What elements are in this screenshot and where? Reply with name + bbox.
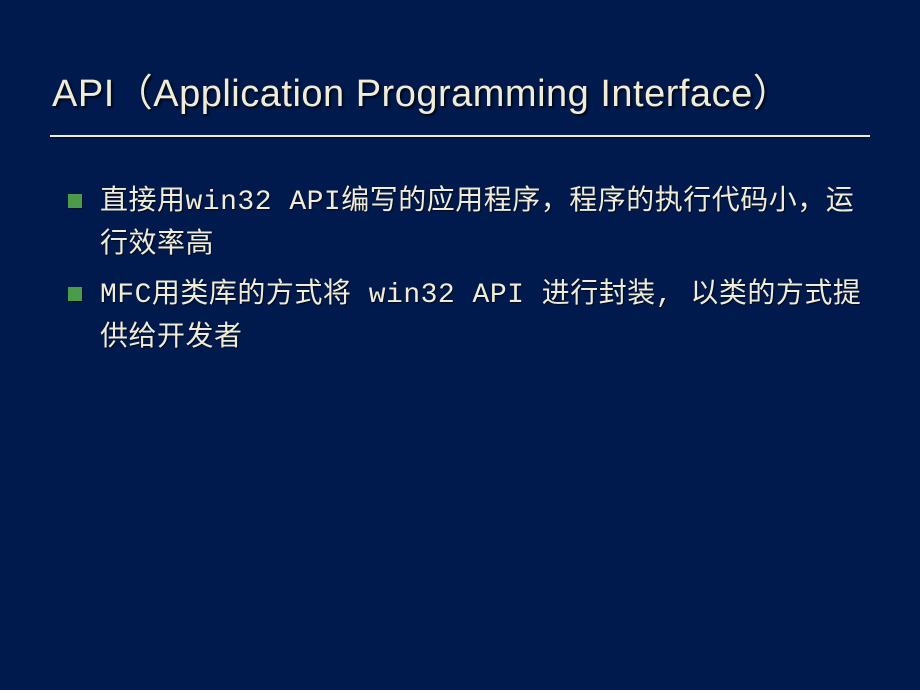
list-item: 直接用win32 API编写的应用程序，程序的执行代码小，运行效率高 — [68, 181, 870, 268]
title-divider — [50, 135, 870, 137]
bullet-square-icon — [68, 194, 82, 208]
list-item: MFC用类库的方式将 win32 API 进行封装, 以类的方式提供给开发者 — [68, 274, 870, 361]
bullet-text: MFC用类库的方式将 win32 API 进行封装, 以类的方式提供给开发者 — [100, 274, 870, 361]
slide-title: API（Application Programming Interface） — [50, 62, 870, 135]
slide: API（Application Programming Interface） 直… — [0, 0, 920, 690]
bullet-square-icon — [68, 287, 82, 301]
bullet-text: 直接用win32 API编写的应用程序，程序的执行代码小，运行效率高 — [100, 181, 870, 268]
slide-content: 直接用win32 API编写的应用程序，程序的执行代码小，运行效率高 MFC用类… — [50, 181, 870, 361]
